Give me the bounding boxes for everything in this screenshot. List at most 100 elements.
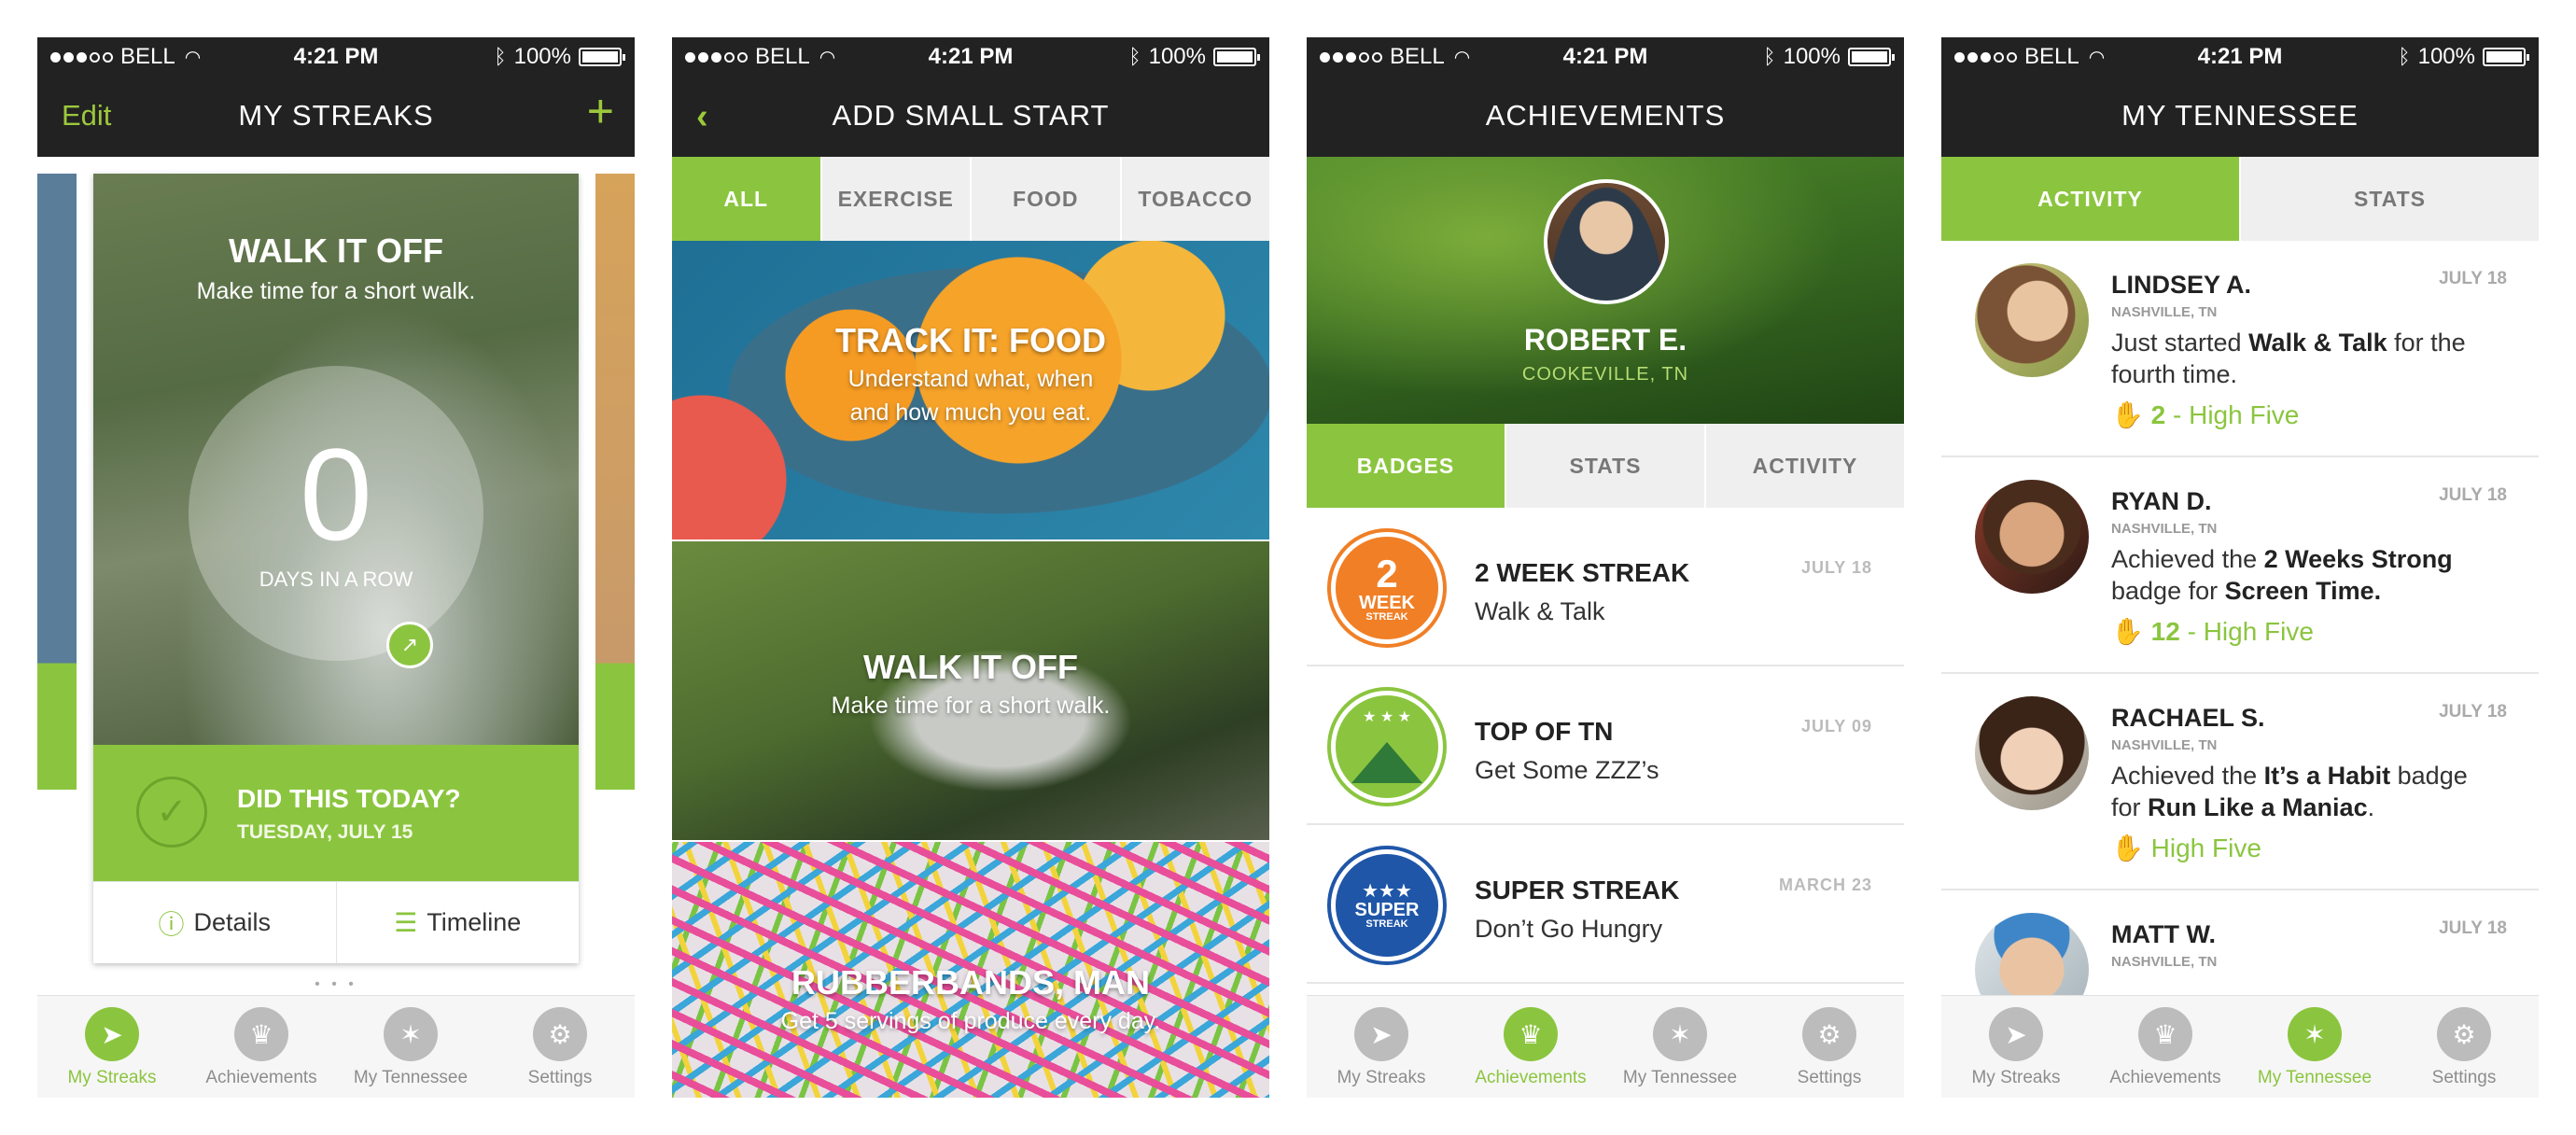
stars-icon: ✶	[1653, 1007, 1707, 1061]
next-card[interactable]	[595, 174, 635, 963]
tab-activity[interactable]: ACTIVITY	[1941, 157, 2241, 241]
category-filter: ALL EXERCISE FOOD TOBACCO	[672, 157, 1269, 241]
tab-my-streaks[interactable]: ➤ My Streaks	[1941, 996, 2091, 1098]
post-date: JULY 18	[2439, 918, 2507, 938]
bluetooth-icon: ᛒ	[494, 45, 507, 68]
badge-number: 2	[1376, 551, 1398, 596]
filter-all[interactable]: ALL	[672, 157, 822, 241]
tab-my-tennessee[interactable]: ✶ My Tennessee	[1605, 996, 1755, 1098]
post-author: LINDSEY A.	[2111, 271, 2252, 299]
filter-tobacco[interactable]: TOBACCO	[1122, 157, 1270, 241]
post-text-part: Achieved the	[2111, 762, 2264, 790]
badge-title: 2 WEEK STREAK	[1475, 558, 1690, 587]
avatar[interactable]	[1975, 263, 2089, 377]
page-title: ADD SMALL START	[832, 99, 1110, 132]
info-icon: ⓘ	[158, 909, 185, 939]
list-item[interactable]: RYAN D. NASHVILLE, TN JULY 18 Achieved t…	[1941, 457, 2539, 674]
tab-bar: ➤ My Streaks ♛ Achievements ✶ My Tennessee …	[1941, 995, 2539, 1098]
page-title: ACHIEVEMENTS	[1485, 99, 1726, 132]
avatar[interactable]	[1975, 480, 2089, 594]
battery-percent: 100%	[1148, 44, 1206, 69]
tab-label: Achievements	[205, 1068, 317, 1087]
small-start-tile[interactable]: RUBBERBANDS, MAN Get 5 servings of produ…	[672, 842, 1269, 1098]
tab-achievements[interactable]: ♛ Achievements	[1456, 996, 1605, 1098]
badge-date: MARCH 23	[1778, 876, 1872, 894]
status-bar: BELL ◠ 4:21 PM ᛒ 100%	[672, 37, 1269, 75]
tab-label: My Streaks	[1337, 1068, 1426, 1087]
small-start-list: TRACK IT: FOOD Understand what, when and…	[672, 241, 1269, 1098]
list-item[interactable]: RACHAEL S. NASHVILLE, TN JULY 18 Achieve…	[1941, 674, 2539, 890]
badge-caption: STREAK	[1365, 610, 1408, 623]
tile-title: TRACK IT: FOOD	[835, 321, 1106, 359]
tile-subtitle: Understand what, when	[847, 366, 1094, 392]
battery-icon	[2483, 48, 2529, 66]
high-five-label: High Five	[2150, 834, 2261, 862]
filter-food[interactable]: FOOD	[972, 157, 1122, 241]
tab-activity[interactable]: ACTIVITY	[1706, 424, 1904, 508]
trend-icon[interactable]: ↗	[386, 622, 433, 668]
tab-label: Settings	[527, 1068, 593, 1087]
trophy-icon: ♛	[2138, 1007, 2192, 1061]
details-button[interactable]: ⓘ Details	[93, 882, 337, 963]
tab-my-tennessee[interactable]: ✶ My Tennessee	[336, 996, 485, 1098]
tab-my-tennessee[interactable]: ✶ My Tennessee	[2240, 996, 2389, 1098]
mountain-badge-icon: ★ ★ ★	[1331, 691, 1443, 803]
high-five-button[interactable]: ✋ 12 - High Five	[2111, 616, 2314, 647]
status-bar: BELL ◠ 4:21 PM ᛒ 100%	[37, 37, 635, 75]
post-text-part: .	[2367, 793, 2375, 821]
avatar[interactable]	[1544, 179, 1669, 304]
tile-subtitle: Make time for a short walk.	[831, 693, 1111, 719]
high-five-label: - High Five	[2179, 617, 2314, 646]
community-tabs: ACTIVITY STATS	[1941, 157, 2539, 241]
filter-exercise[interactable]: EXERCISE	[822, 157, 972, 241]
small-start-tile[interactable]: TRACK IT: FOOD Understand what, when and…	[672, 241, 1269, 539]
tab-label: Settings	[1797, 1068, 1862, 1087]
badge-word: WEEK	[1359, 592, 1415, 613]
page-indicator-icon: • • •	[315, 976, 357, 992]
tab-settings[interactable]: ⚙ Settings	[485, 996, 635, 1098]
post-text-part: Just started	[2111, 329, 2249, 357]
status-bar: BELL ◠ 4:21 PM ᛒ 100%	[1941, 37, 2539, 75]
profile-name: ROBERT E.	[1523, 323, 1687, 357]
list-item[interactable]: ★ ★ ★ TOP OF TN Get Some ZZZ’s JULY 09	[1307, 666, 1904, 825]
high-five-button[interactable]: ✋ 2 - High Five	[2111, 399, 2299, 430]
timeline-icon: ☰	[394, 908, 418, 937]
avatar[interactable]	[1975, 913, 2089, 995]
list-item[interactable]: 2 WEEK STREAK 2 WEEK STREAK Walk & Talk JU…	[1307, 508, 1904, 666]
did-this-today-date: TUESDAY, JULY 15	[237, 821, 413, 843]
tab-achievements[interactable]: ♛ Achievements	[187, 996, 336, 1098]
list-item[interactable]: MATT W. NASHVILLE, TN JULY 18	[1941, 890, 2539, 995]
streak-card[interactable]: WALK IT OFF Make time for a short walk. …	[93, 174, 579, 963]
card-title: WALK IT OFF	[229, 231, 443, 270]
list-item[interactable]: ★★★ SUPER STREAK SUPER STREAK Don’t Go Hun…	[1307, 825, 1904, 984]
tile-subtitle: Get 5 servings of produce every day.	[780, 1008, 1161, 1034]
stars-icon: ✶	[384, 1007, 438, 1061]
did-this-today-label: DID THIS TODAY?	[237, 784, 461, 813]
previous-card[interactable]	[37, 174, 77, 963]
list-item[interactable]: LINDSEY A. NASHVILLE, TN JULY 18 Just st…	[1941, 241, 2539, 457]
timeline-button[interactable]: ☰ Timeline	[337, 882, 580, 963]
tab-my-streaks[interactable]: ➤ My Streaks	[1307, 996, 1456, 1098]
tab-stats[interactable]: STATS	[1506, 424, 1706, 508]
tab-settings[interactable]: ⚙ Settings	[1755, 996, 1904, 1098]
tab-stats[interactable]: STATS	[2241, 157, 2539, 241]
battery-percent: 100%	[1783, 44, 1841, 69]
achievements-screen: BELL ◠ 4:21 PM ᛒ 100% ACHIEVEMENTS ROBERT …	[1307, 37, 1904, 1098]
did-this-today-button[interactable]: ✓ DID THIS TODAY? TUESDAY, JULY 15	[93, 745, 579, 881]
battery-percent: 100%	[513, 44, 571, 69]
high-five-button[interactable]: ✋ High Five	[2111, 833, 2261, 863]
tab-badges[interactable]: BADGES	[1307, 424, 1506, 508]
my-tennessee-screen: BELL ◠ 4:21 PM ᛒ 100% MY TENNESSEE ACTIVIT…	[1941, 37, 2539, 1098]
battery-percent: 100%	[2417, 44, 2475, 69]
battery-icon	[1213, 48, 1260, 66]
tile-title: RUBBERBANDS, MAN	[791, 963, 1150, 1002]
add-button[interactable]: +	[587, 88, 614, 134]
tab-achievements[interactable]: ♛ Achievements	[2091, 996, 2240, 1098]
check-icon[interactable]: ✓	[136, 777, 207, 848]
tab-settings[interactable]: ⚙ Settings	[2389, 996, 2539, 1098]
avatar[interactable]	[1975, 696, 2089, 810]
tab-my-streaks[interactable]: ➤ My Streaks	[37, 996, 187, 1098]
post-location: NASHVILLE, TN	[2111, 954, 2218, 970]
status-bar: BELL ◠ 4:21 PM ᛒ 100%	[1307, 37, 1904, 75]
small-start-tile[interactable]: WALK IT OFF Make time for a short walk.	[672, 541, 1269, 840]
